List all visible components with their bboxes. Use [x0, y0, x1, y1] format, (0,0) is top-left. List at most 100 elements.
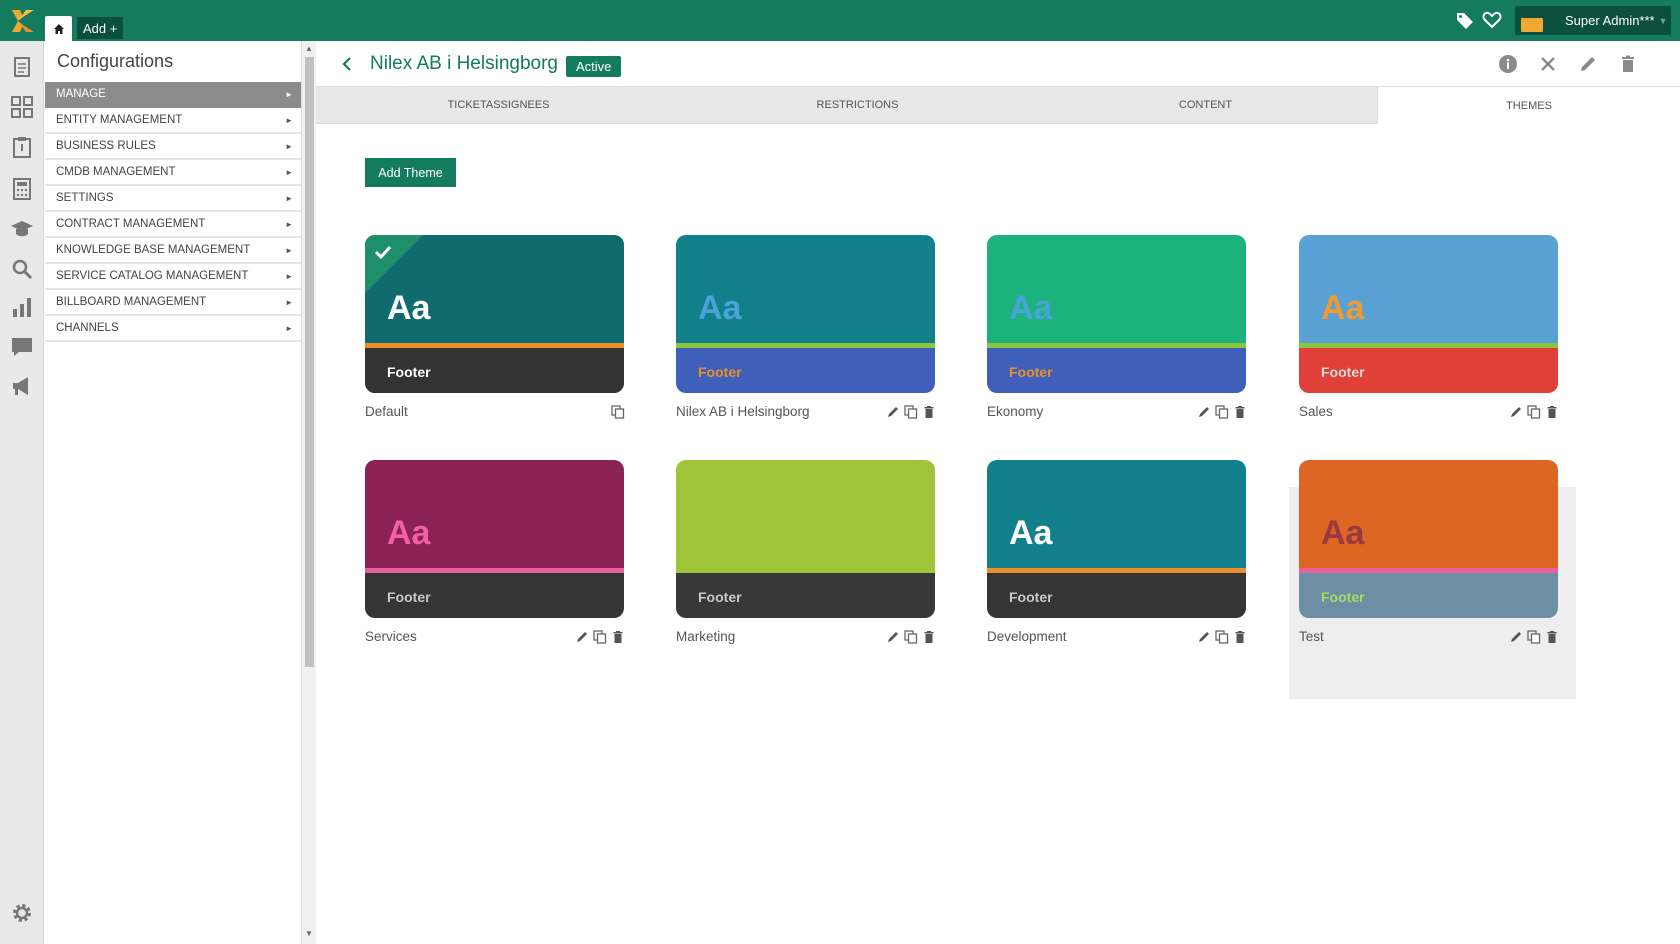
theme-name: Marketing — [676, 629, 736, 644]
theme-card[interactable]: Aa Footer — [676, 235, 935, 393]
theme-actions — [1509, 630, 1559, 644]
theme-footer-label: Footer — [1321, 364, 1365, 380]
info-icon[interactable] — [1498, 54, 1518, 74]
menu-item-contract-management[interactable]: CONTRACT MANAGEMENT ► — [45, 212, 301, 238]
gear-icon[interactable] — [10, 901, 34, 925]
panel-scrollbar[interactable]: ▲ ▼ — [302, 41, 316, 944]
configurations-panel: Configurations MANAGE ► ENTITY MANAGEMENT… — [44, 41, 316, 944]
theme-footer-label: Footer — [387, 589, 431, 605]
chat-icon[interactable] — [10, 335, 34, 359]
scroll-up-icon[interactable]: ▲ — [305, 44, 313, 53]
menu-item-manage[interactable]: MANAGE ► — [45, 82, 301, 108]
pencil-icon[interactable] — [1578, 54, 1598, 74]
theme-actions — [886, 405, 936, 419]
close-icon[interactable] — [1538, 54, 1558, 74]
trash-icon[interactable] — [922, 405, 936, 419]
menu-item-settings[interactable]: SETTINGS ► — [45, 186, 301, 212]
theme-header-color — [676, 460, 935, 568]
caret-right-icon: ► — [285, 115, 293, 125]
back-arrow-icon[interactable] — [340, 55, 354, 73]
pencil-icon[interactable] — [1197, 405, 1211, 419]
theme-card[interactable]: Aa Footer — [987, 460, 1246, 618]
theme-card[interactable]: Footer — [676, 460, 935, 618]
trash-icon[interactable] — [922, 630, 936, 644]
pencil-icon[interactable] — [886, 630, 900, 644]
calculator-icon[interactable] — [10, 177, 34, 201]
pencil-icon[interactable] — [886, 405, 900, 419]
caret-right-icon: ► — [285, 141, 293, 151]
menu-item-label: MANAGE — [56, 88, 106, 100]
clipboard-icon[interactable] — [10, 135, 34, 159]
copy-icon[interactable] — [904, 405, 918, 419]
tab-themes[interactable]: THEMES — [1377, 87, 1680, 124]
theme-actions — [1509, 405, 1559, 419]
copy-icon[interactable] — [904, 630, 918, 644]
checkmark-icon — [374, 245, 392, 260]
theme-item-development: Aa Footer Development — [987, 460, 1247, 650]
theme-card[interactable]: Aa Footer — [365, 235, 624, 393]
pencil-icon[interactable] — [1509, 630, 1523, 644]
add-tab-button[interactable]: Add + — [77, 17, 124, 39]
theme-name: Services — [365, 629, 417, 644]
trash-icon[interactable] — [611, 630, 625, 644]
tab-restrictions[interactable]: RESTRICTIONS — [681, 87, 1034, 124]
app-logo[interactable] — [10, 8, 36, 34]
trash-icon[interactable] — [1545, 405, 1559, 419]
menu-item-entity-management[interactable]: ENTITY MANAGEMENT ► — [45, 108, 301, 134]
copy-icon[interactable] — [611, 405, 625, 419]
pencil-icon[interactable] — [575, 630, 589, 644]
document-icon[interactable] — [10, 55, 34, 79]
add-theme-button[interactable]: Add Theme — [365, 158, 456, 187]
caret-right-icon: ► — [285, 89, 293, 99]
tag-icon[interactable] — [1455, 10, 1475, 30]
dashboard-icon[interactable] — [10, 95, 34, 119]
theme-item-sales: Aa Footer Sales — [1299, 235, 1559, 425]
main-content: Nilex AB i Helsingborg Active TICKETASSI… — [316, 41, 1680, 944]
user-menu[interactable]: Super Admin*** ▼ — [1515, 6, 1671, 35]
trash-icon[interactable] — [1233, 405, 1247, 419]
heart-icon[interactable] — [1482, 10, 1502, 30]
bar-chart-icon[interactable] — [10, 295, 34, 319]
menu-item-service-catalog-management[interactable]: SERVICE CATALOG MANAGEMENT ► — [45, 264, 301, 290]
menu-item-business-rules[interactable]: BUSINESS RULES ► — [45, 134, 301, 160]
home-tab[interactable] — [45, 16, 72, 41]
theme-item-ekonomy: Aa Footer Ekonomy — [987, 235, 1247, 425]
pencil-icon[interactable] — [1509, 405, 1523, 419]
theme-name: Development — [987, 629, 1067, 644]
menu-item-cmdb-management[interactable]: CMDB MANAGEMENT ► — [45, 160, 301, 186]
theme-card[interactable]: Aa Footer — [1299, 235, 1558, 393]
theme-footer-label: Footer — [698, 364, 742, 380]
caret-right-icon: ► — [285, 297, 293, 307]
menu-item-channels[interactable]: CHANNELS ► — [45, 316, 301, 342]
tab-content[interactable]: CONTENT — [1034, 87, 1377, 124]
theme-card[interactable]: Aa Footer — [987, 235, 1246, 393]
scroll-down-icon[interactable]: ▼ — [305, 929, 313, 938]
trash-icon[interactable] — [1545, 630, 1559, 644]
search-icon[interactable] — [10, 257, 34, 281]
theme-footer-label: Footer — [698, 589, 742, 605]
copy-icon[interactable] — [593, 630, 607, 644]
megaphone-icon[interactable] — [10, 374, 34, 398]
copy-icon[interactable] — [1215, 405, 1229, 419]
tab-ticketassignees[interactable]: TICKETASSIGNEES — [316, 87, 681, 124]
menu-item-billboard-management[interactable]: BILLBOARD MANAGEMENT ► — [45, 290, 301, 316]
copy-icon[interactable] — [1527, 630, 1541, 644]
pencil-icon[interactable] — [1197, 630, 1211, 644]
theme-footer-label: Footer — [1009, 589, 1053, 605]
theme-card[interactable]: Aa Footer — [1299, 460, 1558, 618]
graduation-cap-icon[interactable] — [10, 217, 34, 241]
copy-icon[interactable] — [1527, 405, 1541, 419]
home-icon — [53, 23, 64, 34]
theme-actions — [1197, 405, 1247, 419]
menu-item-label: SERVICE CATALOG MANAGEMENT — [56, 270, 249, 282]
trash-icon[interactable] — [1233, 630, 1247, 644]
theme-card[interactable]: Aa Footer — [365, 460, 624, 618]
copy-icon[interactable] — [1215, 630, 1229, 644]
trash-icon[interactable] — [1618, 54, 1638, 74]
menu-item-label: KNOWLEDGE BASE MANAGEMENT — [56, 244, 251, 256]
scroll-thumb[interactable] — [305, 57, 314, 667]
menu-item-knowledge-base-management[interactable]: KNOWLEDGE BASE MANAGEMENT ► — [45, 238, 301, 264]
theme-name: Test — [1299, 629, 1324, 644]
caret-right-icon: ► — [285, 193, 293, 203]
theme-item-default: Aa Footer Default — [365, 235, 625, 425]
